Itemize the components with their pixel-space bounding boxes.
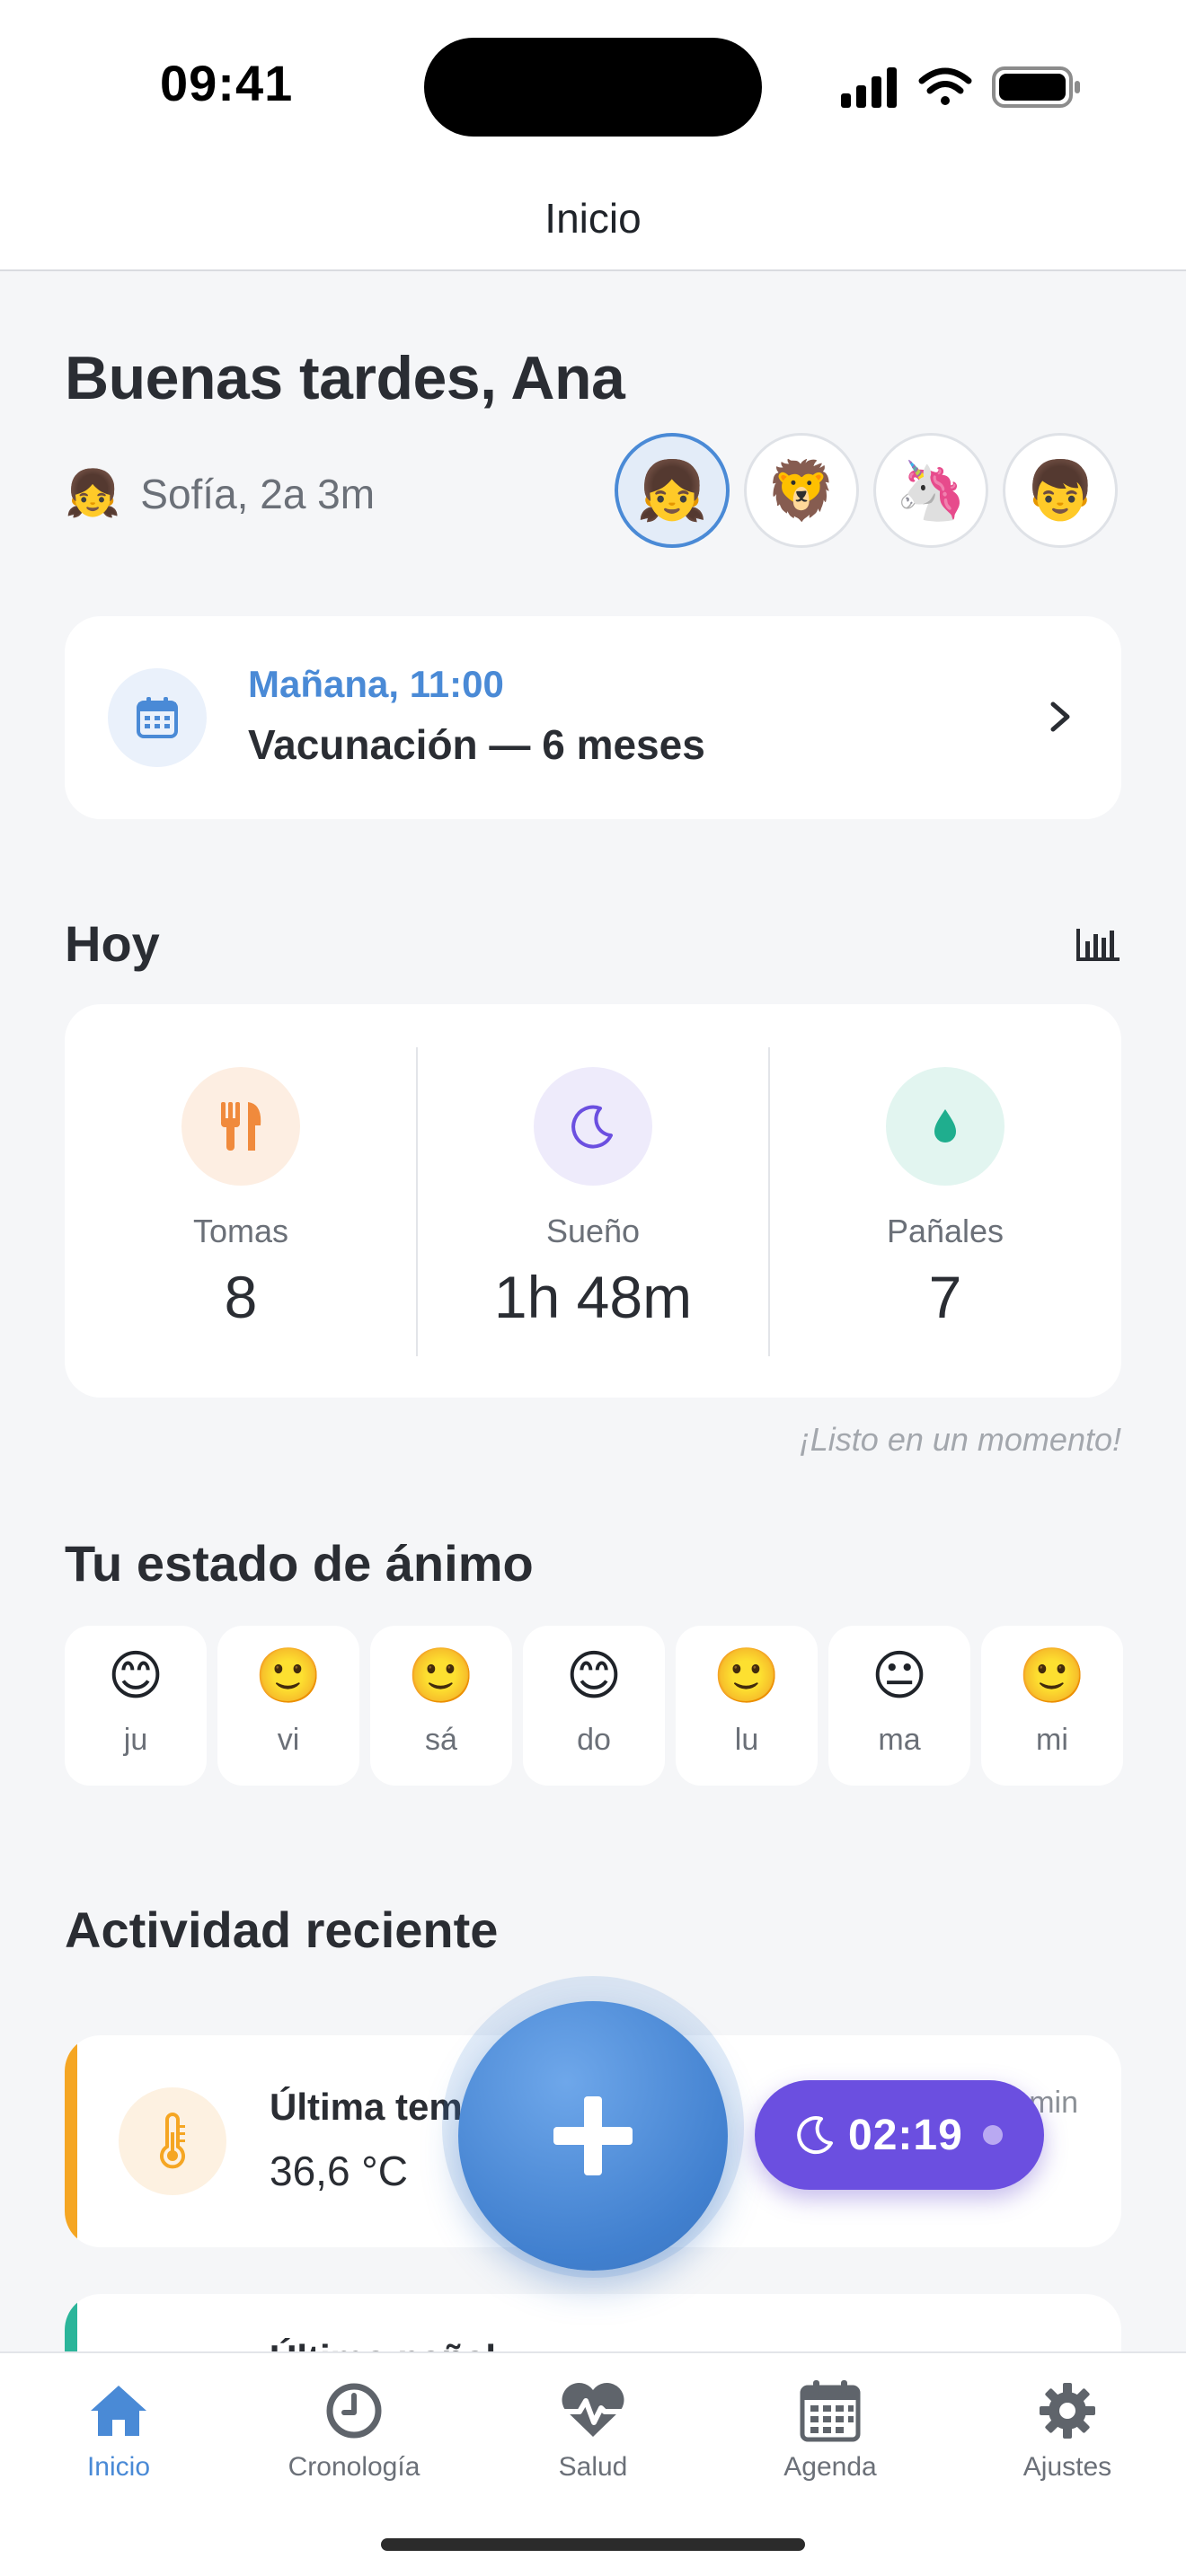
today-heading: Hoy (65, 915, 160, 972)
mood-face: 🙂 (254, 1645, 323, 1706)
nav-bar: Inicio (0, 171, 1186, 271)
status-hint: ¡Listo en un momento! (799, 1421, 1121, 1458)
stat-label: Sueño (545, 1213, 641, 1249)
cellular-signal-icon (841, 67, 897, 108)
tab-inicio[interactable]: Inicio (20, 2377, 217, 2483)
recording-dot (982, 2125, 1003, 2145)
mood-day-label: mi (1036, 1723, 1068, 1757)
dynamic-island (424, 38, 762, 137)
wifi-icon (918, 67, 972, 105)
heart-pulse-icon (494, 2377, 692, 2445)
mood-day-label: do (577, 1723, 611, 1757)
add-entry-button[interactable] (458, 2001, 728, 2271)
sleep-timer-pill[interactable]: 02:19 (755, 2080, 1044, 2190)
tab-label: Inicio (86, 2452, 151, 2482)
status-bar: 09:41 (0, 0, 1186, 171)
tab-label: Salud (558, 2452, 628, 2482)
stat-value: 1h 48m (493, 1264, 693, 1330)
screen: 09:41 Inicio Buenas tardes, Ana 👧 Sofía,… (0, 0, 1186, 2576)
recent-activity-heading: Actividad reciente (65, 1901, 499, 1958)
chevron-right-icon (1050, 701, 1070, 732)
appointment-title: Vacunación — 6 meses (248, 721, 705, 768)
mood-day[interactable]: 🙂 vi (217, 1626, 359, 1786)
drop-icon (886, 1067, 1005, 1186)
appointment-time: Mañana, 11:00 (248, 663, 504, 705)
calendar-icon (731, 2377, 929, 2445)
thermometer-icon (119, 2087, 226, 2195)
tab-label: Cronología (288, 2452, 420, 2482)
moon-icon (534, 1067, 652, 1186)
calendar-icon (108, 668, 207, 767)
accent-bar (65, 2035, 77, 2247)
mood-day-label: sá (425, 1723, 457, 1757)
stat-label: Tomas (192, 1213, 289, 1249)
mood-face: 😊 (565, 1645, 623, 1706)
clock-icon (255, 2377, 453, 2445)
mood-day-label: ma (878, 1723, 921, 1757)
child-emoji: 👧 (65, 468, 121, 518)
page-title: Inicio (544, 195, 642, 242)
stat-sleep[interactable]: Sueño 1h 48m (417, 1004, 769, 1398)
fork-knife-icon (181, 1067, 300, 1186)
sleep-timer-value: 02:19 (848, 2111, 963, 2159)
mood-face: 🙂 (712, 1645, 781, 1706)
stat-diapers[interactable]: Pañales 7 (769, 1004, 1121, 1398)
plus-icon (553, 2096, 633, 2175)
activity-value: 36,6 °C (270, 2148, 408, 2194)
activity-title: Última tem (270, 2086, 463, 2128)
mood-day[interactable]: 😊 ju (65, 1626, 207, 1786)
mood-face: 😊 (107, 1645, 164, 1706)
mood-day[interactable]: 🙂 mi (981, 1626, 1123, 1786)
status-icons (841, 66, 1080, 108)
mood-week: 😊 ju 🙂 vi 🙂 sá 😊 do 🙂 lu 😐 ma 🙂 mi (65, 1626, 1123, 1786)
tab-salud[interactable]: Salud (494, 2377, 692, 2483)
child-name-age: Sofía, 2a 3m (140, 470, 376, 517)
mood-day[interactable]: 😊 do (523, 1626, 665, 1786)
moon-icon (797, 2116, 833, 2155)
stat-value: 8 (224, 1264, 258, 1330)
upcoming-appointment-card[interactable]: Mañana, 11:00 Vacunación — 6 meses (65, 616, 1121, 819)
stat-label: Pañales (886, 1213, 1005, 1249)
child-avatar[interactable]: 🦄 (873, 433, 988, 548)
tab-label: Ajustes (1022, 2452, 1112, 2482)
child-avatar[interactable]: 👦 (1003, 433, 1118, 548)
tab-cronologia[interactable]: Cronología (255, 2377, 453, 2483)
child-avatar[interactable]: 👧 (615, 433, 730, 548)
home-icon (20, 2377, 217, 2445)
mood-face: 😐 (871, 1645, 928, 1706)
child-avatar[interactable]: 🦁 (744, 433, 859, 548)
mood-face: 🙂 (1018, 1645, 1086, 1706)
status-time: 09:41 (160, 55, 294, 111)
mood-day[interactable]: 😐 ma (828, 1626, 970, 1786)
tab-agenda[interactable]: Agenda (731, 2377, 929, 2483)
battery-icon (992, 66, 1080, 108)
mood-day[interactable]: 🙂 lu (676, 1626, 818, 1786)
gear-icon (969, 2377, 1166, 2445)
greeting-heading: Buenas tardes, Ana (65, 344, 625, 412)
home-indicator (381, 2538, 805, 2551)
mood-face: 🙂 (407, 1645, 475, 1706)
tab-label: Agenda (783, 2452, 877, 2482)
today-stats-card: Tomas 8 Sueño 1h 48m Pañales 7 (65, 1004, 1121, 1398)
mood-day[interactable]: 🙂 sá (370, 1626, 512, 1786)
selected-child: 👧 Sofía, 2a 3m (65, 467, 375, 520)
mood-day-label: ju (123, 1723, 148, 1757)
mood-day-label: vi (277, 1723, 300, 1757)
child-switcher: 👧 🦁 🦄 👦 (615, 433, 1118, 548)
bar-chart-icon[interactable] (1075, 925, 1121, 963)
mood-heading: Tu estado de ánimo (65, 1535, 534, 1592)
stat-value: 7 (928, 1264, 962, 1330)
mood-day-label: lu (734, 1723, 759, 1757)
stat-feedings[interactable]: Tomas 8 (65, 1004, 417, 1398)
tab-ajustes[interactable]: Ajustes (969, 2377, 1166, 2483)
